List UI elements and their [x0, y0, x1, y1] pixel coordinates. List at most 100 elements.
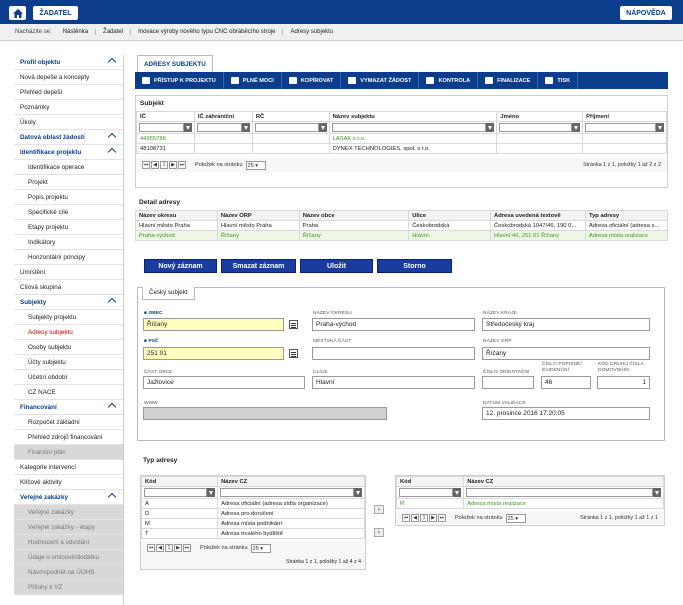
cast-obce-field[interactable]: Jažlovice: [143, 376, 305, 389]
toolbar-button[interactable]: KONTROLA: [419, 72, 479, 89]
table-row[interactable]: D Adresa pro doručení: [140, 508, 365, 519]
sidebar-item[interactable]: Údaje o smlouvě/dodatku: [14, 550, 123, 565]
obec-input[interactable]: Říčany: [143, 318, 284, 331]
filter-icon[interactable]: [183, 123, 192, 132]
sidebar-item[interactable]: Návrh/podnět na ÚOHS: [14, 565, 123, 580]
sidebar-item[interactable]: Klíčové aktivity: [14, 475, 123, 490]
filter-icon[interactable]: [572, 123, 581, 132]
ulice-field[interactable]: Hlavní: [312, 376, 475, 389]
chevron-up-icon[interactable]: [107, 297, 117, 307]
column-header[interactable]: Název okresu: [135, 210, 218, 221]
move-left-button[interactable]: ‹: [374, 528, 384, 537]
column-header[interactable]: IČ: [136, 111, 195, 122]
table-row[interactable]: Hlavní město Praha Hlavní město Praha Prah…: [135, 220, 669, 231]
column-header[interactable]: Název subjektu: [328, 111, 498, 122]
breadcrumb-item[interactable]: Inovace výroby nového typu CNC obráběcíh…: [130, 29, 282, 35]
filter-input[interactable]: [144, 488, 208, 497]
kod-druhu-field[interactable]: 1: [597, 376, 650, 389]
toolbar-button[interactable]: FINALIZACE: [478, 72, 539, 89]
pager-nav-button[interactable]: ⏮: [147, 544, 155, 552]
sidebar-item[interactable]: Veřejné zakázky: [14, 490, 123, 505]
pager-nav-button[interactable]: ▶: [174, 544, 182, 552]
toolbar-button[interactable]: PŘÍSTUP K PROJEKTU: [135, 72, 224, 89]
filter-icon[interactable]: [207, 488, 216, 497]
smazat-zaznam-button[interactable]: Smazat záznam: [221, 259, 296, 273]
pager-per-page-select[interactable]: 25 ▾: [250, 543, 271, 553]
chevron-up-icon[interactable]: [107, 402, 117, 412]
filter-icon[interactable]: [318, 123, 327, 132]
sidebar-item[interactable]: Veřejné zakázky: [14, 505, 123, 520]
column-header[interactable]: Název CZ: [217, 476, 365, 487]
table-row[interactable]: M Adresa místa podnikání: [140, 518, 365, 529]
pager-per-page-select[interactable]: 25 ▾: [245, 160, 266, 170]
table-row[interactable]: 48108731 DYNEX TECHNOLOGIES, spol. s r.o.: [136, 143, 667, 154]
filter-icon[interactable]: [354, 488, 362, 497]
sidebar-item[interactable]: Osoby subjektu: [14, 340, 123, 355]
column-header[interactable]: Ulice: [408, 210, 492, 221]
pager-per-page-select[interactable]: 25 ▾: [505, 513, 526, 523]
novy-zaznam-button[interactable]: Nový záznam: [144, 259, 217, 273]
filter-input[interactable]: [220, 488, 354, 497]
filter-icon[interactable]: [653, 488, 661, 497]
column-header[interactable]: Příjmení: [582, 111, 667, 122]
sidebar-item[interactable]: Úkoly: [14, 115, 123, 130]
sidebar-item[interactable]: Financování: [14, 400, 123, 415]
chevron-up-icon[interactable]: [107, 132, 117, 142]
sidebar-item[interactable]: Projekt: [14, 175, 123, 190]
ulozit-button[interactable]: Uložit: [300, 259, 373, 273]
cislo-orientacni-field[interactable]: [482, 376, 534, 389]
napoveda-button[interactable]: NÁPOVĚDA: [620, 6, 672, 20]
chevron-up-icon[interactable]: [107, 147, 117, 157]
filter-input[interactable]: [331, 123, 487, 132]
chevron-up-icon[interactable]: [107, 492, 117, 502]
pager-nav-button[interactable]: ▶: [429, 514, 437, 522]
table-row[interactable]: A Adresa oficiální (adresa sídla organiza…: [140, 498, 365, 509]
home-button[interactable]: [9, 6, 26, 20]
datum-validace-field[interactable]: 12. prosince 2016 17:20:05: [482, 407, 650, 420]
toolbar-button[interactable]: TISK: [538, 72, 579, 89]
column-header[interactable]: Jméno: [496, 111, 584, 122]
mestska-cast-field[interactable]: [312, 347, 475, 360]
pager-page[interactable]: 1: [420, 514, 428, 522]
toolbar-button[interactable]: KOPÍROVAT: [282, 72, 342, 89]
sidebar-item[interactable]: Rozpočet základní: [14, 415, 123, 430]
filter-input[interactable]: [196, 123, 242, 132]
filter-input[interactable]: [139, 123, 184, 132]
column-header[interactable]: Název obce: [298, 210, 410, 221]
sidebar-item[interactable]: Kategorie intervencí: [14, 460, 123, 475]
toolbar-button[interactable]: PLNÉ MOCI: [224, 72, 282, 89]
pager-nav-button[interactable]: ◀: [411, 514, 419, 522]
breadcrumb-item[interactable]: Žadatel: [95, 29, 130, 35]
sidebar-item[interactable]: Identifikace projektu: [14, 145, 123, 160]
tab-cesky-subjekt[interactable]: Český subjekt: [142, 287, 195, 300]
pager-nav-button[interactable]: ⏭: [178, 161, 186, 169]
sidebar-item[interactable]: Finanční plán: [14, 445, 123, 460]
pager-nav-button[interactable]: ◀: [151, 161, 159, 169]
filter-input[interactable]: [466, 488, 653, 497]
psc-input[interactable]: 251 01: [143, 347, 284, 360]
sidebar-item[interactable]: CZ NACE: [14, 385, 123, 400]
cislo-popisne-field[interactable]: 46: [541, 376, 591, 389]
sidebar-item[interactable]: Datová oblast žádosti: [14, 130, 123, 145]
filter-input[interactable]: [585, 123, 656, 132]
okres-field[interactable]: Praha-východ: [312, 318, 475, 331]
sidebar-item[interactable]: Etapy projektu: [14, 220, 123, 235]
sidebar-item[interactable]: Přehled depeší: [14, 85, 123, 100]
column-header[interactable]: Název ORP: [216, 210, 300, 221]
zadatel-button[interactable]: ŽADATEL: [33, 6, 78, 20]
pager-nav-button[interactable]: ▶: [169, 161, 177, 169]
sidebar-item[interactable]: Subjekty: [14, 295, 123, 310]
sidebar-item[interactable]: Přílohy k VZ: [14, 580, 123, 595]
pager-nav-button[interactable]: ⏮: [142, 161, 150, 169]
toolbar-button[interactable]: VYMAZAT ŽÁDOST: [341, 72, 420, 89]
sidebar-item[interactable]: Přehled zdrojů financování: [14, 430, 123, 445]
filter-icon[interactable]: [241, 123, 250, 132]
filter-input[interactable]: [254, 123, 319, 132]
column-header[interactable]: Kód: [140, 476, 219, 487]
column-header[interactable]: Typ adresy: [584, 210, 669, 221]
sidebar-item[interactable]: Horizontální principy: [14, 250, 123, 265]
table-row[interactable]: T Adresa trvalého bydliště: [140, 528, 365, 539]
sidebar-item[interactable]: Specifické cíle: [14, 205, 123, 220]
psc-list-icon[interactable]: [289, 349, 298, 358]
sidebar-item[interactable]: Adresy subjektu: [14, 325, 123, 340]
